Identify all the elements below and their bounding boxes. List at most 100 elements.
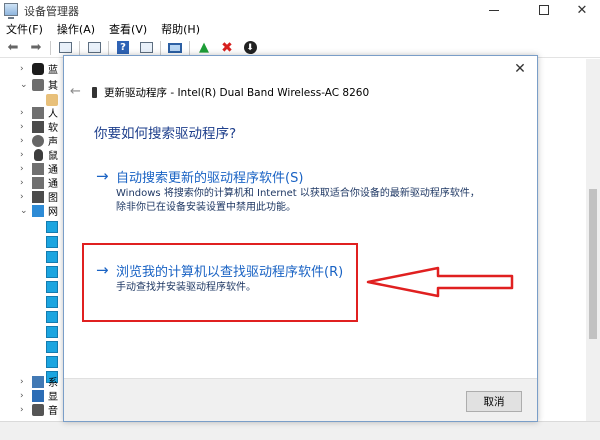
tree-item-label: 图: [48, 193, 58, 204]
chevron-right-icon: ›: [20, 191, 24, 202]
software-device-icon: [32, 120, 44, 133]
highlight-box: [82, 243, 358, 322]
chevron-down-icon: ⌄: [20, 205, 28, 216]
chevron-right-icon: ›: [20, 135, 24, 146]
tree-item-label: 软: [48, 123, 58, 134]
hid-icon: [32, 106, 44, 119]
usb-device-icon: [32, 176, 44, 189]
tree-item-label: 通: [48, 165, 58, 176]
update-driver-icon: ▲: [199, 40, 209, 55]
show-hide-tree-button[interactable]: [56, 40, 74, 56]
network-adapter-icon: [46, 235, 58, 248]
toolbar-separator: [189, 40, 190, 55]
menu-file[interactable]: 文件(F): [6, 21, 43, 37]
keyboard-icon: [32, 78, 44, 91]
dialog-heading: 你要如何搜索驱动程序?: [94, 126, 237, 142]
tree-item-label: 显: [48, 392, 58, 403]
imaging-icon: [32, 190, 44, 203]
network-adapter-icon: [46, 265, 58, 278]
vertical-scrollbar[interactable]: [586, 59, 600, 421]
tree-item-label: 通: [48, 179, 58, 190]
tree-item-label: 系: [48, 378, 58, 389]
dialog-close-button[interactable]: ✕: [513, 61, 527, 77]
network-adapter-icon: [32, 204, 44, 217]
toolbar-separator: [79, 40, 80, 55]
help-icon: ?: [117, 41, 129, 54]
chevron-right-icon: ›: [20, 390, 24, 401]
auto-search-option[interactable]: → 自动搜索更新的驱动程序软件(S) Windows 将搜索你的计算机和 Int…: [94, 167, 514, 217]
tree-item-label: 蓝: [48, 65, 58, 76]
window-title: 设备管理器: [24, 5, 79, 18]
chevron-right-icon: ›: [20, 177, 24, 188]
uninstall-button[interactable]: ✖: [218, 40, 236, 56]
mouse-icon: [34, 148, 43, 161]
chevron-right-icon: ›: [20, 376, 24, 387]
cancel-button[interactable]: 取消: [466, 391, 522, 412]
chevron-right-icon: ›: [20, 63, 24, 74]
close-icon: ✕: [514, 61, 526, 77]
arrow-left-icon: ←: [70, 84, 81, 99]
scrollbar-thumb[interactable]: [589, 189, 597, 339]
device-tree[interactable]: › 蓝 ⌄ 其 › 人 › 软 › 声 › 鼠 › 通 › 通 › 图 ⌄ 网 …: [0, 59, 62, 421]
close-window-button[interactable]: ✕: [562, 0, 600, 20]
view-button[interactable]: [137, 40, 155, 56]
network-adapter-icon: [46, 325, 58, 338]
arrow-left-icon: ⬅: [7, 40, 19, 55]
system-device-icon: [32, 375, 44, 388]
minimize-icon: [489, 9, 499, 11]
arrow-right-icon: ➡: [30, 40, 42, 55]
tree-item-label: 人: [48, 109, 58, 120]
arrow-right-icon: →: [96, 167, 109, 185]
chevron-right-icon: ›: [20, 107, 24, 118]
uninstall-x-icon: ✖: [221, 39, 233, 56]
usb-controller-icon: [32, 162, 44, 175]
tree-item-label: 声: [48, 137, 58, 148]
minimize-button[interactable]: [474, 0, 514, 20]
dialog-back-button[interactable]: ←: [70, 84, 81, 99]
network-adapter-icon: [46, 310, 58, 323]
chevron-right-icon: ›: [20, 163, 24, 174]
audio-io-icon: [32, 403, 44, 416]
monitor-icon: [168, 42, 182, 53]
bluetooth-icon: [32, 62, 44, 75]
tree-item-label: 鼠: [48, 151, 58, 162]
close-icon: ✕: [576, 2, 588, 18]
forward-button[interactable]: ➡: [27, 40, 45, 56]
scan-hardware-button[interactable]: [166, 40, 184, 56]
view-icon: [139, 42, 153, 53]
title-bar: 设备管理器 ✕: [0, 0, 600, 20]
properties-icon: [87, 42, 101, 53]
device-manager-icon: [4, 3, 18, 19]
menu-view[interactable]: 查看(V): [109, 21, 147, 37]
update-driver-button[interactable]: ▲: [195, 40, 213, 56]
auto-search-description-line2: 除非你已在设备安装设置中禁用此功能。: [116, 202, 296, 213]
status-bar: [0, 421, 600, 440]
properties-button[interactable]: [85, 40, 103, 56]
display-adapter-icon: [32, 389, 44, 402]
unknown-device-icon: [46, 93, 58, 106]
dialog-title: 更新驱动程序 - Intel(R) Dual Band Wireless-AC …: [104, 87, 370, 99]
help-button[interactable]: ?: [114, 40, 132, 56]
menu-action[interactable]: 操作(A): [57, 21, 95, 37]
auto-search-description-line1: Windows 将搜索你的计算机和 Internet 以获取适合你设备的最新驱动…: [116, 188, 480, 199]
download-circle-icon: ⬇: [243, 41, 257, 54]
chevron-right-icon: ›: [20, 404, 24, 415]
back-button[interactable]: ⬅: [4, 40, 22, 56]
tree-item-label: 其: [48, 81, 58, 92]
network-adapter-icon: [46, 355, 58, 368]
update-driver-dialog: ✕ ← 更新驱动程序 - Intel(R) Dual Band Wireless…: [63, 55, 538, 422]
chevron-right-icon: ›: [20, 149, 24, 160]
console-tree-icon: [58, 42, 72, 53]
menu-bar: 文件(F) 操作(A) 查看(V) 帮助(H): [0, 20, 600, 38]
network-adapter-icon: [46, 340, 58, 353]
sound-icon: [32, 134, 44, 147]
download-button[interactable]: ⬇: [241, 40, 259, 56]
network-adapter-icon: [46, 250, 58, 263]
chevron-down-icon: ⌄: [20, 79, 28, 90]
maximize-button[interactable]: [524, 0, 564, 20]
menu-help[interactable]: 帮助(H): [161, 21, 200, 37]
tree-item-label: 音: [48, 406, 58, 417]
network-adapter-icon: [46, 220, 58, 233]
auto-search-label: 自动搜索更新的驱动程序软件(S): [116, 171, 304, 186]
maximize-icon: [539, 5, 549, 15]
